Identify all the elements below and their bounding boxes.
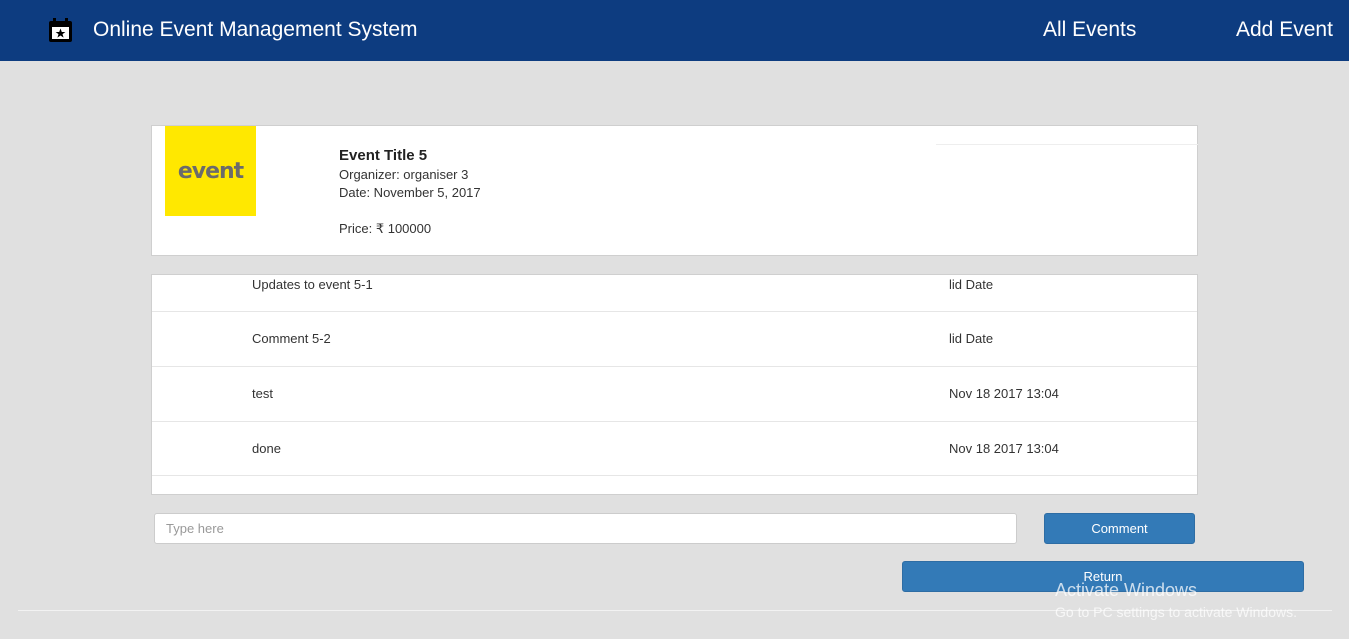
comment-text: Comment 5-2 xyxy=(252,331,331,346)
comment-text: done xyxy=(252,441,281,456)
comment-input[interactable] xyxy=(154,513,1017,544)
nav-add-event-link[interactable]: Add Event xyxy=(1236,18,1333,42)
comment-date: lid Date xyxy=(949,331,994,346)
event-logo-text: event xyxy=(177,158,244,184)
comment-date: Nov 18 2017 13:04 xyxy=(949,386,1059,401)
event-title: Event Title 5 xyxy=(339,147,428,164)
top-navbar: Online Event Management System All Event… xyxy=(0,0,1349,61)
event-details-card: event Event Title 5 Organizer: organiser… xyxy=(151,125,1198,256)
list-item: Comment 5-2 lid Date xyxy=(152,312,1197,367)
comments-list[interactable]: Updates to event 5-1 lid Date Comment 5-… xyxy=(151,274,1198,495)
activate-windows-subtitle: Go to PC settings to activate Windows. xyxy=(1055,604,1297,620)
event-date: Date: November 5, 2017 xyxy=(339,185,481,200)
comment-button[interactable]: Comment xyxy=(1044,513,1195,544)
comment-date: lid Date xyxy=(949,277,994,292)
divider xyxy=(936,144,1198,145)
nav-all-events-link[interactable]: All Events xyxy=(1043,18,1136,42)
list-item: Updates to event 5-1 lid Date xyxy=(152,275,1197,312)
event-price: Price: ₹ 100000 xyxy=(339,221,432,236)
event-logo: event xyxy=(165,126,256,216)
event-organizer: Organizer: organiser 3 xyxy=(339,167,469,182)
list-item: done Nov 18 2017 13:04 xyxy=(152,422,1197,476)
comment-text: test xyxy=(252,386,273,401)
return-button[interactable]: Return xyxy=(902,561,1304,592)
app-title[interactable]: Online Event Management System xyxy=(93,18,418,42)
comment-text: Updates to event 5-1 xyxy=(252,277,373,292)
comment-date: Nov 18 2017 13:04 xyxy=(949,441,1059,456)
list-item: test Nov 18 2017 13:04 xyxy=(152,367,1197,422)
footer-divider xyxy=(18,610,1332,611)
calendar-star-icon[interactable] xyxy=(48,18,73,43)
